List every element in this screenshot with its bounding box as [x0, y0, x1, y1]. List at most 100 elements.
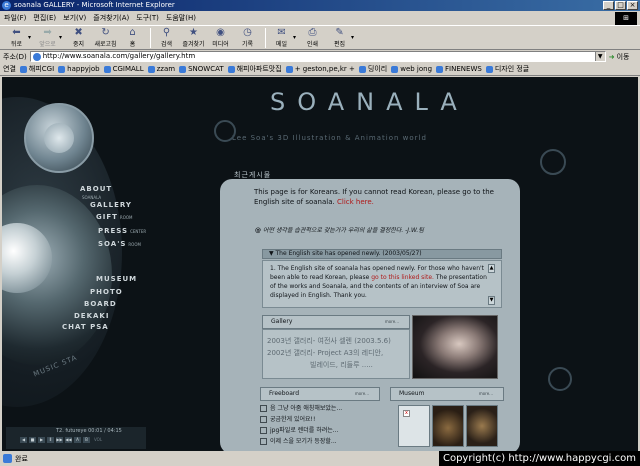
links-bar: 연결 해피CGI happyjob CGIMALL zzam SNOWCAT 해… — [0, 63, 640, 76]
player-button[interactable]: A — [74, 437, 81, 443]
player-button[interactable]: ▶ — [38, 437, 45, 443]
ie-logo-icon: e — [2, 1, 11, 10]
address-dropdown-icon[interactable]: ▼ — [594, 52, 605, 61]
link-item[interactable]: 해피아파트맛집 — [228, 64, 282, 74]
menu-view[interactable]: 보기(V) — [63, 13, 86, 23]
freeboard-more-link[interactable]: more... — [355, 388, 369, 400]
back-arrow-icon: ⬅ — [12, 27, 21, 38]
address-input[interactable]: http://www.soanala.com/gallery/gallery.h… — [29, 51, 606, 62]
nav-chat[interactable]: CHAT PSA — [62, 323, 109, 331]
nav-dekaki[interactable]: DEKAKI — [74, 312, 109, 320]
quote-text: @ 어떤 생각을 습관적으로 갖는가가 우리의 삶을 결정한다. -J.W.팀 — [255, 227, 424, 234]
nav-photo[interactable]: PHOTO — [90, 288, 123, 296]
player-controls: ◀ ■ ▶ Ⅱ ▶▶ ◀◀ A B — [20, 437, 90, 443]
browser-window: e soanala GALLERY - Microsoft Internet E… — [0, 0, 640, 466]
nav-board[interactable]: BOARD — [84, 300, 117, 308]
player-button[interactable]: Ⅱ — [47, 437, 54, 443]
maximize-button[interactable]: □ — [615, 1, 626, 10]
history-icon: ◷ — [243, 27, 252, 38]
link-item[interactable]: zzam — [148, 65, 175, 73]
window-title: soanala GALLERY - Microsoft Internet Exp… — [14, 1, 175, 9]
scroll-down-button[interactable]: ▼ — [488, 296, 495, 305]
track-info: T2. futureye 00:01 / 04:15 — [56, 428, 122, 434]
mail-dropdown-icon[interactable]: ▾ — [293, 34, 296, 41]
player-button[interactable]: ■ — [29, 437, 36, 443]
menu-favorites[interactable]: 즐겨찾기(A) — [93, 13, 129, 23]
link-item[interactable]: happyjob — [58, 65, 99, 73]
player-button[interactable]: B — [83, 437, 90, 443]
menu-help[interactable]: 도움말(H) — [166, 13, 196, 23]
site-logo[interactable]: SOANALA — [270, 88, 469, 116]
museum-header[interactable]: Museum more... — [390, 387, 504, 401]
gallery-more-link[interactable]: more... — [385, 316, 399, 328]
nav-about[interactable]: ABOUT SOANALA — [80, 185, 112, 201]
nav-gift-room[interactable]: GIFT ROOM — [96, 213, 132, 221]
player-button[interactable]: ◀ — [20, 437, 27, 443]
gallery-line[interactable]: 2002년 갤러리- Project A3의 레디안, — [267, 348, 383, 358]
list-item[interactable]: 이제 스을 모기가 등장할... — [260, 436, 342, 447]
edit-button[interactable]: ✎ 편집 — [327, 27, 352, 48]
mail-button[interactable]: ✉ 메일 — [269, 27, 294, 48]
museum-more-link[interactable]: more... — [479, 388, 493, 400]
menu-edit[interactable]: 편집(E) — [33, 13, 56, 23]
nav-press-center[interactable]: PRESS CENTER — [98, 227, 146, 235]
print-button[interactable]: ⎙ 인쇄 — [300, 27, 325, 48]
swirl-ornament-icon — [548, 367, 572, 391]
nav-gallery[interactable]: GALLERY — [90, 201, 132, 209]
link-item[interactable]: 디자인 정글 — [486, 64, 529, 74]
list-item[interactable]: 궁금한게 있어요!! — [260, 414, 342, 425]
page-done-icon — [3, 454, 12, 463]
link-item[interactable]: 해피CGI — [20, 64, 54, 74]
media-button[interactable]: ◉ 미디어 — [208, 27, 233, 48]
back-button[interactable]: ⬅ 뒤로 — [4, 27, 29, 48]
link-item[interactable]: web jong — [391, 65, 432, 73]
close-button[interactable]: × — [627, 1, 638, 10]
gallery-line[interactable]: 빌레이드, 리들루 ..... — [310, 360, 373, 370]
player-button[interactable]: ◀◀ — [65, 437, 72, 443]
edit-dropdown-icon[interactable]: ▾ — [351, 34, 354, 41]
home-button[interactable]: ⌂ 홈 — [120, 27, 145, 48]
refresh-button[interactable]: ↻ 새로고침 — [93, 27, 118, 48]
link-item[interactable]: 딩이리 — [359, 64, 387, 74]
nav-museum[interactable]: MUSEUM — [96, 275, 137, 283]
gallery-line[interactable]: 2003년 갤러리- 여전사 셀렌 (2003.5.6) — [267, 336, 391, 346]
freeboard-header[interactable]: Freeboard more... — [260, 387, 380, 401]
english-site-link[interactable]: Click here. — [337, 198, 374, 206]
menu-file[interactable]: 파일(F) — [4, 13, 26, 23]
link-item[interactable]: CGIMALL — [104, 65, 144, 73]
gallery-thumbnail[interactable] — [412, 315, 498, 379]
player-button[interactable]: ▶▶ — [56, 437, 63, 443]
go-button[interactable]: ➜ 이동 — [609, 52, 630, 62]
gallery-header[interactable]: Gallery more... — [262, 315, 410, 329]
stop-button[interactable]: ✖ 중지 — [66, 27, 91, 48]
news-header[interactable]: ▼ The English site has opened newly. (20… — [262, 249, 502, 259]
forward-button[interactable]: ➡ 앞으로 — [35, 27, 60, 48]
link-item[interactable]: SNOWCAT — [179, 65, 224, 73]
search-button[interactable]: ⚲ 검색 — [154, 27, 179, 48]
toolbar-divider — [150, 27, 152, 48]
museum-thumbnail[interactable]: x — [398, 405, 430, 447]
minimize-button[interactable]: _ — [603, 1, 614, 10]
toolbar-divider — [265, 27, 267, 48]
back-dropdown-icon[interactable]: ▾ — [28, 34, 31, 41]
list-item[interactable]: 음 그냥 아줌 애칭해보았는... — [260, 403, 342, 414]
forward-dropdown-icon[interactable]: ▾ — [59, 34, 62, 41]
status-text: 완료 — [15, 454, 28, 463]
news-link[interactable]: go to this linked site. — [371, 274, 434, 281]
list-item[interactable]: jpg파일로 렌더를 하려는... — [260, 425, 342, 436]
favorites-button[interactable]: ★ 즐겨찾기 — [181, 27, 206, 48]
history-button[interactable]: ◷ 기록 — [235, 27, 260, 48]
museum-thumbnail[interactable] — [466, 405, 498, 447]
clock-ornament — [24, 103, 94, 173]
scroll-up-button[interactable]: ▲ — [488, 264, 495, 273]
favorites-star-icon: ★ — [189, 27, 199, 38]
museum-thumbnail[interactable] — [432, 405, 464, 447]
menu-tools[interactable]: 도구(T) — [136, 13, 159, 23]
media-icon: ◉ — [216, 27, 225, 38]
edit-icon: ✎ — [335, 27, 344, 38]
link-item[interactable]: + geston,pe,kr + — [286, 65, 355, 73]
link-item[interactable]: FINENEWS — [436, 65, 482, 73]
nav-soas-room[interactable]: SOA'S ROOM — [98, 240, 141, 248]
swirl-ornament-icon — [214, 120, 236, 142]
status-bar: 완료 Copyright(c) http://www.happycgi.com — [0, 451, 640, 466]
